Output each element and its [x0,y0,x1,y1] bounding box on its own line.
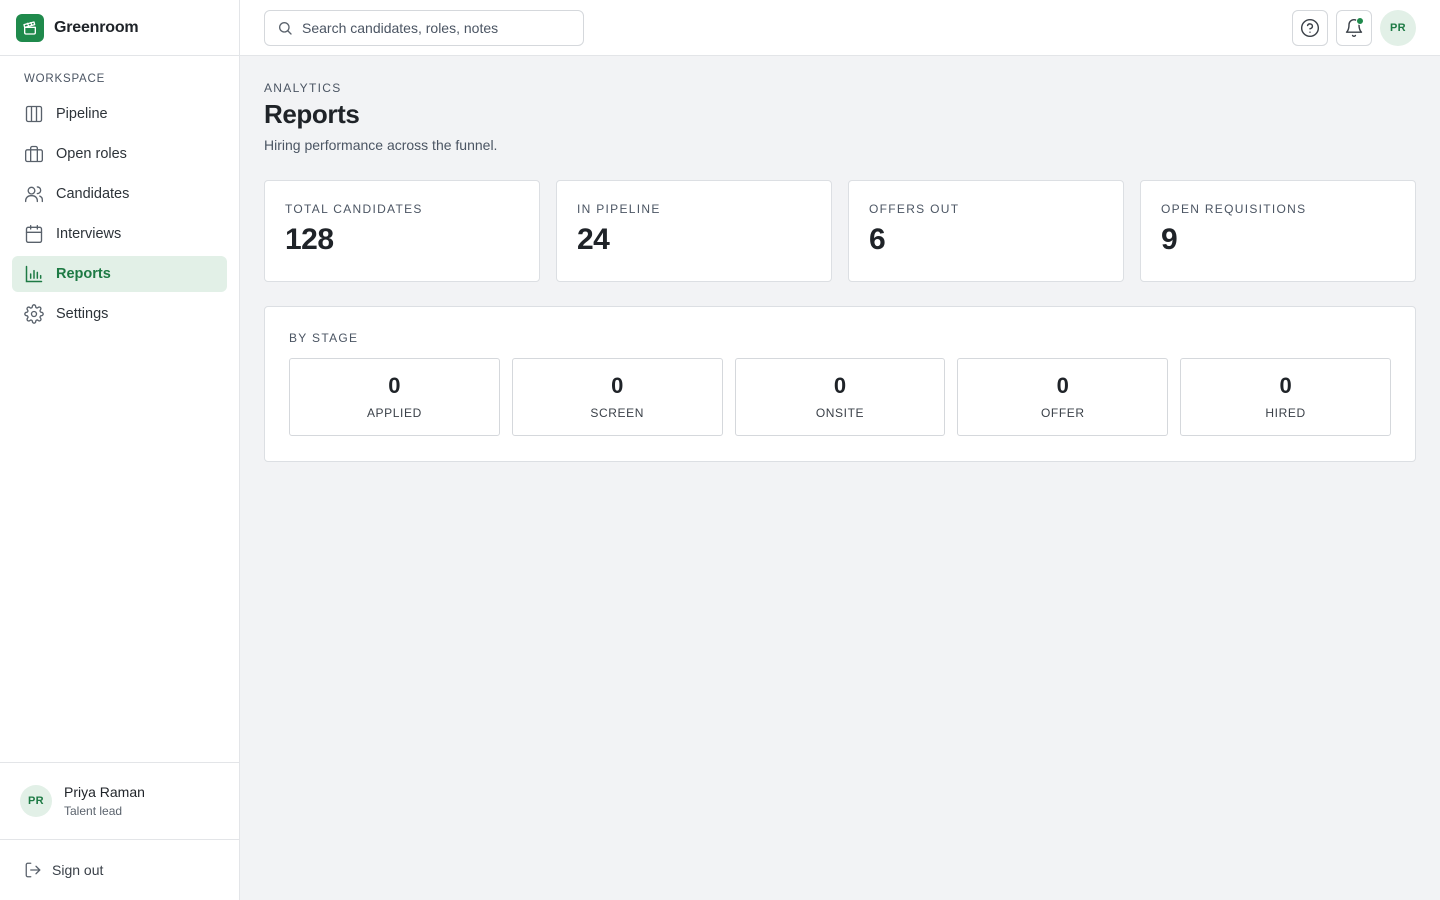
stat-label: OPEN REQUISITIONS [1161,202,1307,216]
by-stage-panel: BY STAGE 0 APPLIED 0 SCREEN 0 ONSITE 0 O… [264,306,1416,462]
sidebar-nav: Pipeline Open roles Candidates Interview… [12,96,227,336]
user-info: Priya Raman Talent lead [64,784,145,818]
briefcase-icon [24,144,44,164]
search-input[interactable] [302,20,572,36]
stage-name: APPLIED [366,406,422,420]
sidebar-item-candidates[interactable]: Candidates [12,176,227,212]
sidebar-item-settings[interactable]: Settings [12,296,227,332]
stat-card-offers-out: OFFERS OUT 6 [848,180,1124,282]
stat-card-in-pipeline: IN PIPELINE 24 [556,180,832,282]
sidebar-item-reports[interactable]: Reports [12,256,227,292]
stage-name: ONSITE [815,406,865,420]
stage-count: 0 [611,373,624,398]
avatar: PR [20,785,52,817]
stage-name: HIRED [1265,406,1306,420]
stage-count: 0 [388,373,401,398]
search-icon [277,20,293,36]
stat-value: 24 [577,223,610,256]
stat-value: 128 [285,223,334,256]
sidebar-item-label: Candidates [56,186,130,202]
stat-card-open-requisitions: OPEN REQUISITIONS 9 [1140,180,1416,282]
stage-box-applied: 0 APPLIED [289,358,500,436]
stage-count: 0 [833,373,847,398]
main-content: ANALYTICS Reports Hiring performance acr… [264,56,1416,462]
user-avatar-button[interactable]: PR [1380,10,1416,46]
gear-icon [24,304,44,324]
user-role: Talent lead [64,804,123,818]
stage-row: 0 APPLIED 0 SCREEN 0 ONSITE 0 OFFER 0 HI… [289,358,1391,436]
notification-dot [1356,17,1364,25]
sidebar-item-interviews[interactable]: Interviews [12,216,227,252]
user-name: Priya Raman [64,784,145,800]
sidebar-item-label: Settings [56,306,109,322]
columns-icon [24,104,44,124]
stat-card-total-candidates: TOTAL CANDIDATES 128 [264,180,540,282]
sidebar-item-label: Interviews [56,226,122,242]
page-subtitle: Hiring performance across the funnel. [264,137,498,153]
stat-label: TOTAL CANDIDATES [285,202,423,216]
sidebar-item-label: Reports [56,266,111,282]
sidebar-item-open-roles[interactable]: Open roles [12,136,227,172]
stage-box-hired: 0 HIRED [1180,358,1391,436]
topbar: PR [240,0,1440,56]
sidebar: Greenroom WORKSPACE Pipeline Open roles … [0,0,240,900]
log-out-icon [24,861,42,879]
sidebar-item-pipeline[interactable]: Pipeline [12,96,227,132]
bar-chart-icon [24,264,44,284]
stage-box-onsite: 0 ONSITE [734,358,946,436]
users-icon [24,184,44,204]
calendar-icon [24,224,44,244]
user-profile[interactable]: PR Priya Raman Talent lead [0,762,239,840]
notifications-button[interactable] [1336,10,1372,46]
stats-row: TOTAL CANDIDATES 128 IN PIPELINE 24 OFFE… [264,180,1416,282]
stage-count: 0 [1279,373,1292,398]
sign-out-button[interactable]: Sign out [24,858,103,882]
stage-count: 0 [1056,373,1069,398]
stage-name: SCREEN [590,406,644,420]
sidebar-item-label: Open roles [56,146,127,162]
stat-label: OFFERS OUT [869,202,960,216]
brand[interactable]: Greenroom [0,0,239,56]
stage-box-offer: 0 OFFER [957,358,1169,436]
stage-box-screen: 0 SCREEN [511,358,723,436]
app-name: Greenroom [54,18,139,36]
by-stage-heading: BY STAGE [289,331,359,345]
stage-name: OFFER [1040,406,1085,420]
page-title: Reports [264,99,360,129]
sidebar-item-label: Pipeline [56,106,108,122]
section-label: WORKSPACE [24,73,106,85]
page-eyebrow: ANALYTICS [264,81,342,95]
sign-out-label: Sign out [52,862,104,878]
stat-label: IN PIPELINE [577,202,661,216]
search-box[interactable] [264,10,584,46]
help-icon [1300,18,1320,38]
help-button[interactable] [1292,10,1328,46]
clapperboard-icon [16,13,44,42]
stat-value: 6 [869,223,886,256]
stat-value: 9 [1161,223,1178,256]
